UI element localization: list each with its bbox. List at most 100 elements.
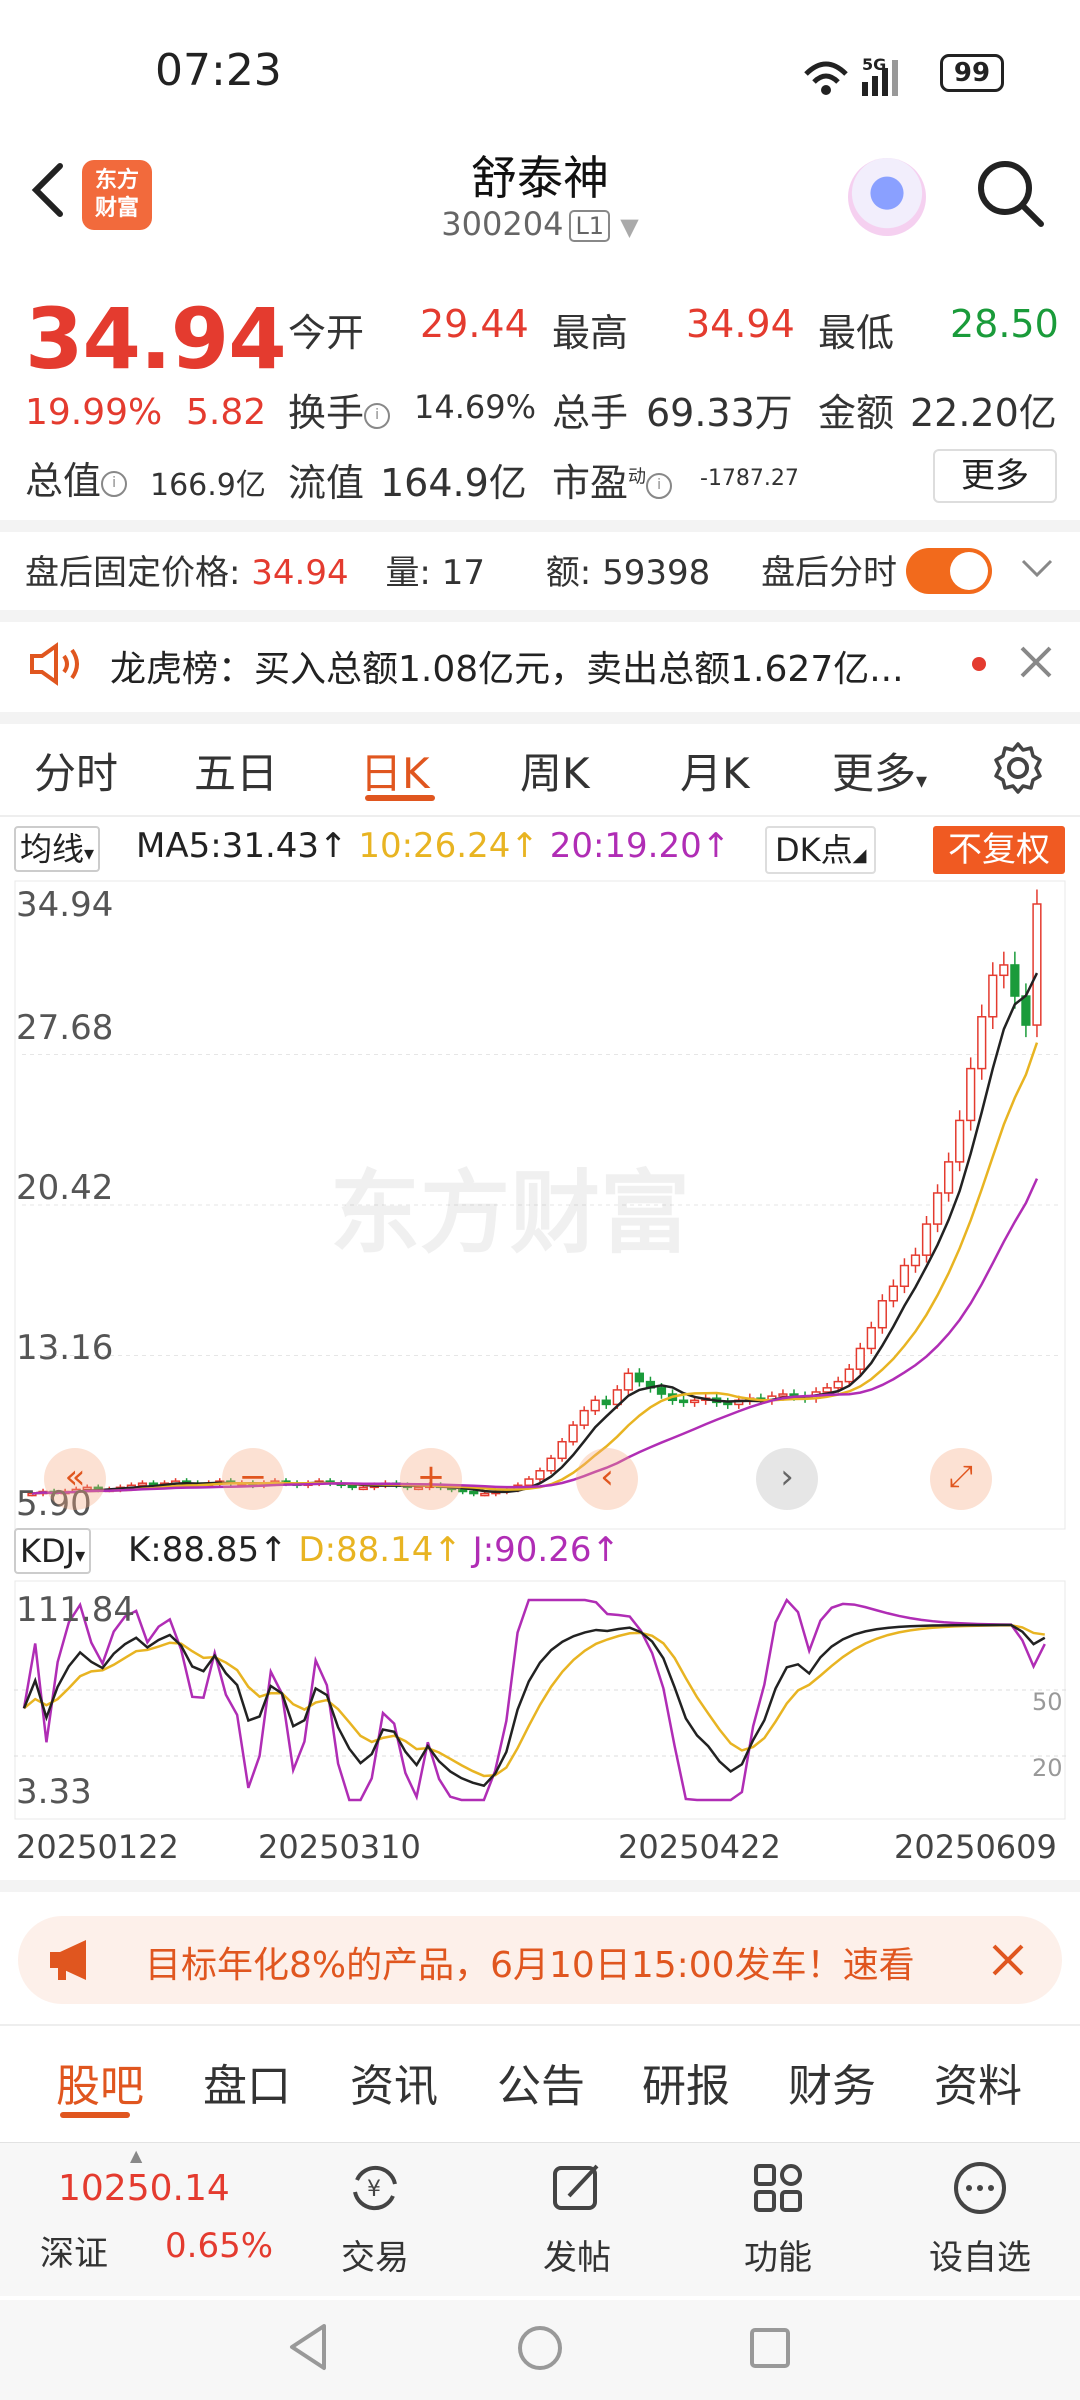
index-percent[interactable]: 0.65% [165, 2226, 273, 2266]
ma5-value: MA5:31.43↑ [136, 826, 348, 866]
candle-body [601, 1399, 611, 1406]
index-value[interactable]: 10250.14 [58, 2168, 230, 2209]
tab-daily-k[interactable]: 日K [360, 740, 430, 801]
candle-body [778, 1393, 788, 1397]
high-label: 最高 [552, 311, 629, 355]
tab-profile[interactable]: 资料 [934, 2050, 1022, 2114]
battery-icon: 99 [940, 54, 1004, 92]
y-tick-label: 20.42 [16, 1168, 114, 1208]
more-dots-icon [954, 2162, 1006, 2214]
candle-body [955, 1119, 965, 1163]
info-icon[interactable]: i [101, 470, 128, 497]
divider [0, 520, 1080, 532]
float-value: 164.9亿 [380, 461, 527, 505]
ma20-value: 20:19.20↑ [549, 826, 731, 866]
tab-news[interactable]: 资讯 [350, 2050, 438, 2114]
scroll-left-button[interactable]: ‹ [576, 1448, 638, 1510]
tab-monthly-k[interactable]: 月K [680, 740, 750, 801]
candle-body [866, 1326, 876, 1350]
tab-5day[interactable]: 五日 [194, 740, 278, 801]
scroll-right-button[interactable]: › [756, 1448, 818, 1510]
apps-icon [754, 2164, 802, 2212]
volume-value: 69.33万 [646, 391, 793, 435]
after-hours-toggle[interactable] [906, 548, 992, 594]
after-hours-row: 盘后固定价格: 34.94 量: 17 额: 59398 盘后分时 [25, 553, 898, 593]
kdj-j: J:90.26↑ [472, 1530, 620, 1570]
candle-body [910, 1254, 921, 1267]
zoom-out-left-button[interactable]: « [44, 1448, 106, 1510]
divider [0, 815, 1080, 817]
candle-body [899, 1264, 910, 1288]
float-label: 流值 [288, 461, 365, 505]
tab-weekly-k[interactable]: 周K [520, 740, 590, 801]
close-icon[interactable] [990, 1942, 1026, 1978]
candle-body [590, 1399, 600, 1412]
tab-announcements[interactable]: 公告 [497, 2050, 585, 2114]
ma10-value: 10:26.24↑ [358, 826, 539, 866]
tab-forum[interactable]: 股吧 [56, 2050, 144, 2114]
gear-icon[interactable] [990, 740, 1046, 796]
candle-body [347, 1484, 357, 1489]
info-icon[interactable]: i [646, 472, 673, 499]
turnover-label: 换手 i [288, 382, 391, 437]
kdj-selector[interactable]: KDJ▾ [14, 1528, 92, 1574]
fullscreen-icon[interactable]: ⤢ [930, 1448, 992, 1510]
nav-functions[interactable]: 功能 [718, 2158, 838, 2279]
open-label: 今开 [288, 311, 365, 355]
mktcap-label: 总值 i [25, 450, 128, 505]
y-tick-label: 27.68 [16, 1008, 114, 1048]
dk-point-button[interactable]: DK点◢ [765, 826, 877, 874]
chevron-down-icon[interactable] [1020, 553, 1054, 583]
adjust-mode-button[interactable]: 不复权 [933, 826, 1065, 874]
svg-text:¥: ¥ [367, 2177, 381, 2202]
tab-financials[interactable]: 财务 [788, 2050, 876, 2114]
zoom-out-button[interactable]: − [222, 1448, 284, 1510]
candle-body [966, 1067, 976, 1122]
high-value: 34.94 [686, 302, 795, 346]
nav-post[interactable]: 发帖 [517, 2158, 637, 2279]
divider [0, 2024, 1080, 2026]
speaker-icon [30, 642, 79, 686]
back-nav-icon[interactable] [286, 2322, 330, 2372]
tab-more[interactable]: 更多▾ [832, 740, 927, 801]
kdj-d-line [23, 1623, 1045, 1778]
level-tag: L1 [569, 210, 611, 242]
pe-label: 市盈动 i [552, 452, 673, 507]
tab-intraday[interactable]: 分时 [34, 740, 118, 801]
home-nav-icon[interactable] [516, 2324, 564, 2372]
ma-values: MA5:31.43↑ 10:26.24↑ 20:19.20↑ [136, 826, 730, 866]
candle-body [999, 964, 1009, 977]
kdj-chart[interactable] [14, 1580, 1066, 1820]
amount-label: 金额 [818, 391, 895, 435]
y-tick-label: 3.33 [16, 1772, 92, 1812]
post-icon [553, 2164, 599, 2210]
x-tick-label: 20250422 [618, 1828, 781, 1866]
nav-trade[interactable]: ¥ 交易 [315, 2158, 435, 2279]
tab-orderbook[interactable]: 盘口 [203, 2050, 291, 2114]
nav-add-watchlist[interactable]: 设自选 [920, 2158, 1040, 2279]
info-icon[interactable]: i [364, 402, 391, 429]
candle-body [921, 1223, 932, 1256]
tab-research[interactable]: 研报 [642, 2050, 730, 2114]
tab-underline [365, 795, 435, 801]
search-icon[interactable] [975, 158, 1045, 228]
assistant-robot-icon[interactable] [848, 158, 926, 236]
candle-body [1010, 964, 1020, 997]
candle-body [546, 1457, 556, 1472]
status-time: 07:23 [155, 45, 282, 96]
ma-selector[interactable]: 均线▾ [14, 826, 101, 872]
index-name[interactable]: 深证 [40, 2226, 108, 2275]
change-amount: 5.82 [186, 392, 267, 433]
y-tick-label: 111.84 [16, 1590, 135, 1630]
more-button[interactable]: 更多 [933, 449, 1057, 503]
candle-body [358, 1486, 368, 1491]
unread-dot [972, 657, 986, 671]
divider [0, 1880, 1080, 1892]
divider [0, 712, 1080, 724]
candle-body [822, 1387, 832, 1393]
close-icon[interactable] [1018, 644, 1054, 680]
zoom-in-button[interactable]: + [400, 1448, 462, 1510]
recents-nav-icon[interactable] [748, 2326, 792, 2370]
kdj-k: K:88.85↑ [128, 1530, 288, 1570]
candle-body [689, 1399, 700, 1404]
